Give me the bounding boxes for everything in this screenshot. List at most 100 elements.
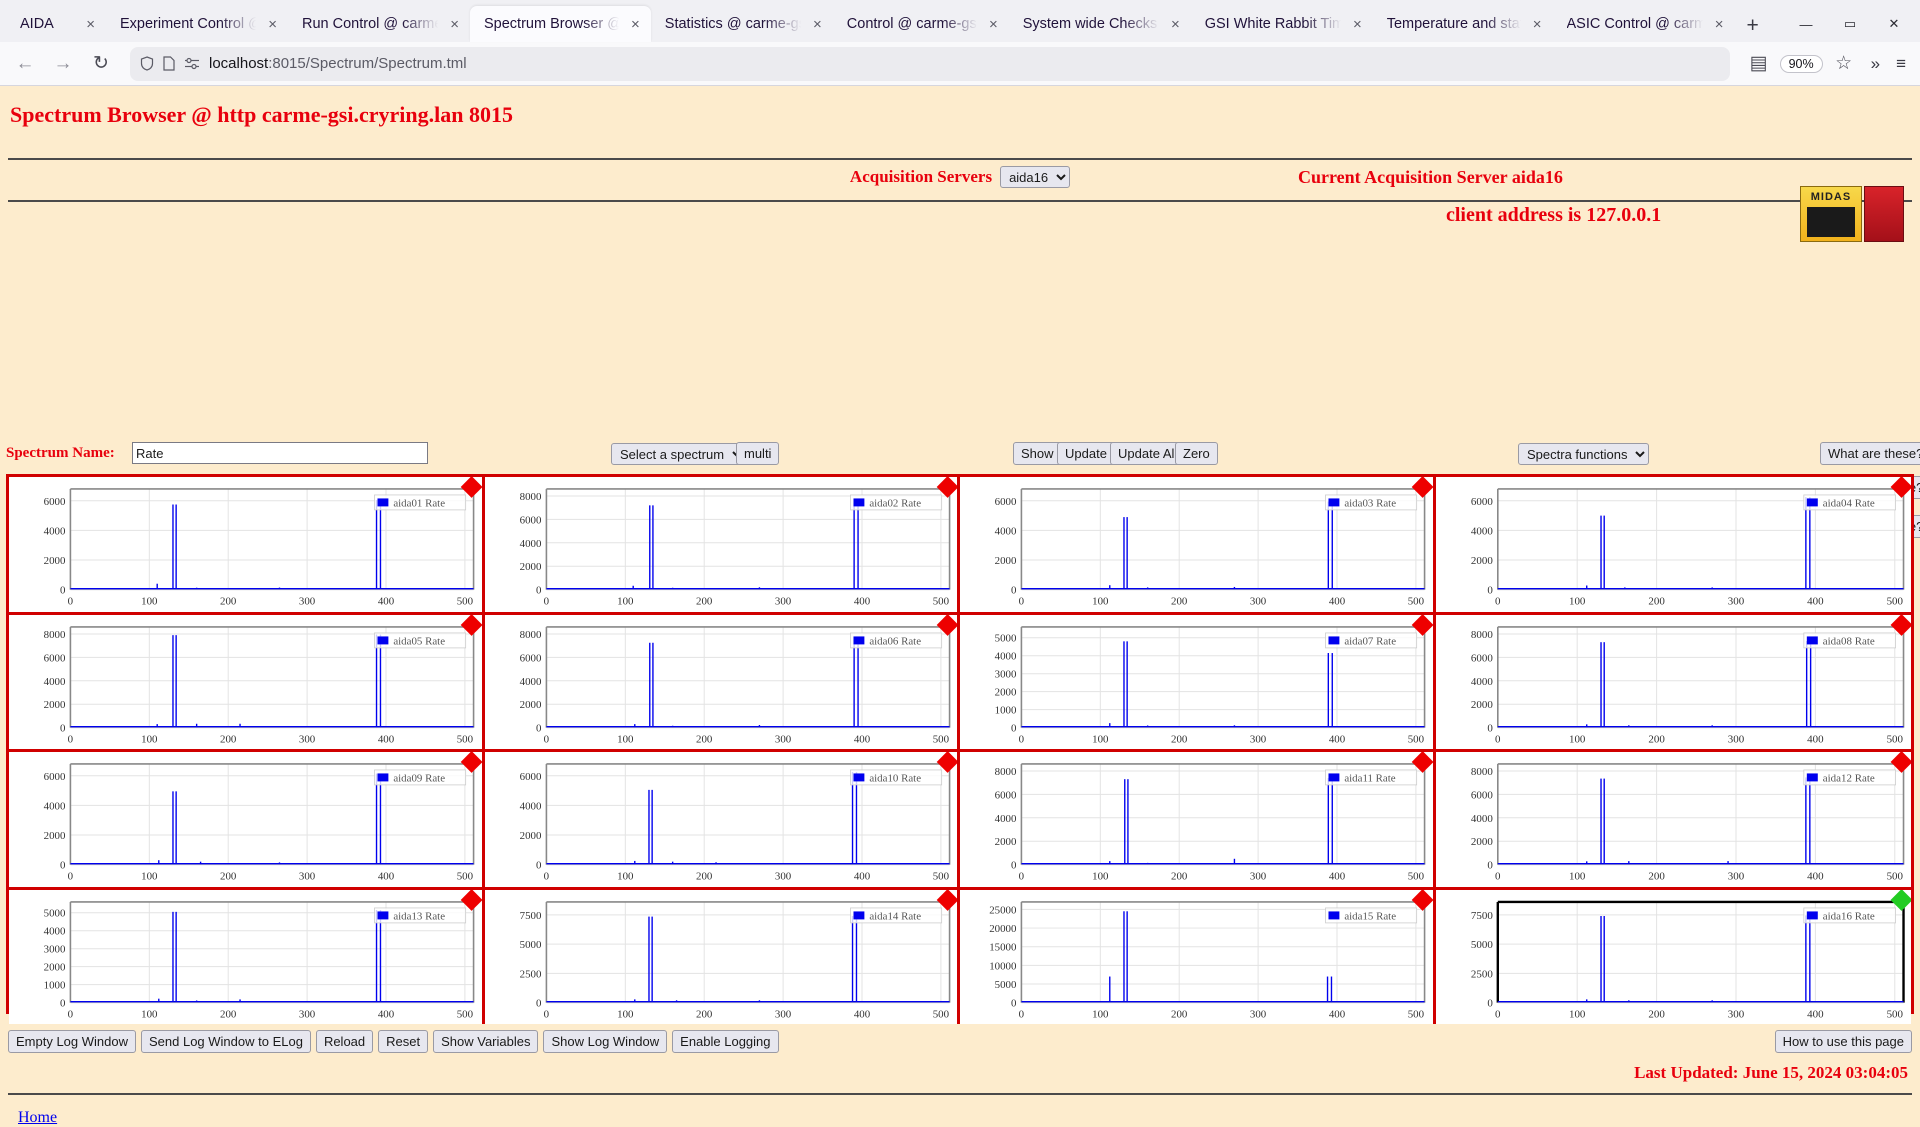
spectrum-panel-14[interactable]: 0 2500 5000 7500 0 100 200 300 400 500 aida14 Rate xyxy=(484,889,960,1025)
svg-text:200: 200 xyxy=(1648,871,1665,883)
svg-text:500: 500 xyxy=(932,596,949,608)
tab-close-icon[interactable]: × xyxy=(447,15,462,34)
spectrum-panel-8[interactable]: 0 2000 4000 6000 8000 0 100 200 300 400 500 aida08 … xyxy=(1435,614,1911,753)
empty-log-window-button[interactable]: Empty Log Window xyxy=(8,1030,136,1053)
browser-tab-4[interactable]: Statistics @ carme-gs × xyxy=(651,6,833,42)
spectrum-panel-15[interactable]: 0 5000 10000 15000 20000 25000 0 100 200 300 400 50… xyxy=(960,889,1436,1025)
svg-text:200: 200 xyxy=(220,871,237,883)
bookmark-star-icon[interactable]: ☆ xyxy=(1827,48,1861,80)
tab-label: AIDA xyxy=(20,16,54,32)
svg-text:200: 200 xyxy=(1648,733,1665,745)
spectrum-panel-10[interactable]: 0 2000 4000 6000 0 100 200 300 400 500 aida10 Rate xyxy=(484,752,960,890)
spectrum-panel-12[interactable]: 0 2000 4000 6000 8000 0 100 200 300 400 500 aida12 … xyxy=(1435,752,1911,890)
send-log-to-elog-button[interactable]: Send Log Window to ELog xyxy=(141,1030,311,1053)
svg-text:100: 100 xyxy=(1092,871,1109,883)
browser-tab-5[interactable]: Control @ carme-gsi × xyxy=(833,6,1009,42)
svg-text:0: 0 xyxy=(1487,722,1493,734)
reload-button[interactable]: ↻ xyxy=(84,48,118,80)
tab-close-icon[interactable]: × xyxy=(986,15,1001,34)
svg-text:500: 500 xyxy=(1886,733,1903,745)
spectrum-panel-2[interactable]: 0 2000 4000 6000 8000 0 100 200 300 400 500 aida02 … xyxy=(484,477,960,615)
svg-text:20000: 20000 xyxy=(989,923,1017,935)
zero-button[interactable]: Zero xyxy=(1175,442,1218,465)
spectrum-panel-1[interactable]: 0 2000 4000 6000 0 100 200 300 400 500 aida01 Rate xyxy=(9,477,485,615)
svg-text:25000: 25000 xyxy=(989,904,1017,916)
svg-text:0: 0 xyxy=(68,733,74,745)
select-spectrum-dropdown[interactable]: Select a spectrum xyxy=(611,443,746,465)
maximize-button[interactable]: ▭ xyxy=(1828,6,1872,42)
reader-view-icon[interactable]: ▤ xyxy=(1742,48,1776,80)
svg-text:4000: 4000 xyxy=(519,538,541,550)
spectrum-panel-4[interactable]: 0 2000 4000 6000 0 100 200 300 400 500 aida04 Rate xyxy=(1435,477,1911,615)
tab-close-icon[interactable]: × xyxy=(265,15,280,34)
spectrum-panel-11[interactable]: 0 2000 4000 6000 8000 0 100 200 300 400 500 aida11 … xyxy=(960,752,1436,890)
back-button[interactable]: ← xyxy=(8,48,42,80)
svg-text:0: 0 xyxy=(1495,733,1501,745)
spectrum-panel-3[interactable]: 0 2000 4000 6000 0 100 200 300 400 500 aida03 Rate xyxy=(960,477,1436,615)
svg-text:300: 300 xyxy=(1727,871,1744,883)
spectrum-panel-6[interactable]: 0 2000 4000 6000 8000 0 100 200 300 400 500 aida06 … xyxy=(484,614,960,753)
svg-text:200: 200 xyxy=(220,596,237,608)
update-all-button[interactable]: Update All xyxy=(1110,442,1186,465)
show-log-window-button[interactable]: Show Log Window xyxy=(543,1030,668,1053)
browser-tab-2[interactable]: Run Control @ carme × xyxy=(288,6,470,42)
permissions-icon[interactable] xyxy=(184,57,200,70)
page-info-icon[interactable] xyxy=(163,56,175,71)
svg-text:aida15 Rate: aida15 Rate xyxy=(1344,910,1396,922)
spectrum-panel-7[interactable]: 0 1000 2000 3000 4000 5000 0 100 200 300 400 500 aid… xyxy=(960,614,1436,753)
controls-zone: Spectrum Name: Select a spectrum multi S… xyxy=(0,202,1920,576)
browser-tab-9[interactable]: ASIC Control @ carm × xyxy=(1553,6,1735,42)
new-tab-button[interactable]: + xyxy=(1735,15,1771,42)
tab-close-icon[interactable]: × xyxy=(1530,15,1545,34)
browser-tab-1[interactable]: Experiment Control @ c × xyxy=(106,6,288,42)
how-to-use-button[interactable]: How to use this page xyxy=(1774,1030,1912,1053)
zoom-level-badge[interactable]: 90% xyxy=(1779,54,1823,73)
overflow-menu-icon[interactable]: » xyxy=(1865,54,1886,74)
spectrum-name-input[interactable] xyxy=(132,442,428,464)
spectra-functions-dropdown[interactable]: Spectra functions xyxy=(1518,443,1649,465)
svg-text:400: 400 xyxy=(853,1008,870,1020)
spectrum-panel-5[interactable]: 0 2000 4000 6000 8000 0 100 200 300 400 500 aida05 … xyxy=(9,614,485,753)
update-button[interactable]: Update xyxy=(1057,442,1115,465)
tab-close-icon[interactable]: × xyxy=(83,15,98,34)
spectrum-panel-16[interactable]: 0 2500 5000 7500 0 100 200 300 400 500 aida16 Rate xyxy=(1435,889,1911,1025)
minimize-button[interactable]: — xyxy=(1784,6,1828,42)
home-link[interactable]: Home xyxy=(18,1109,57,1126)
browser-tab-8[interactable]: Temperature and stat × xyxy=(1373,6,1553,42)
browser-tab-0[interactable]: AIDA × xyxy=(6,6,106,42)
enable-logging-button[interactable]: Enable Logging xyxy=(672,1030,779,1053)
tab-label: ASIC Control @ carm xyxy=(1566,16,1706,32)
reset-button[interactable]: Reset xyxy=(378,1030,429,1053)
show-variables-button[interactable]: Show Variables xyxy=(433,1030,539,1053)
svg-text:0: 0 xyxy=(68,596,74,608)
tab-close-icon[interactable]: × xyxy=(1350,15,1365,34)
svg-text:6000: 6000 xyxy=(995,789,1017,801)
app-menu-icon[interactable]: ≡ xyxy=(1890,54,1912,74)
svg-text:2000: 2000 xyxy=(1470,555,1492,567)
svg-text:500: 500 xyxy=(457,733,474,745)
svg-text:2000: 2000 xyxy=(1470,699,1492,711)
tab-close-icon[interactable]: × xyxy=(1168,15,1183,34)
tab-close-icon[interactable]: × xyxy=(810,15,825,34)
tab-label: Spectrum Browser @ xyxy=(484,16,623,32)
svg-text:300: 300 xyxy=(1250,596,1267,608)
spectrum-name-label: Spectrum Name: xyxy=(6,445,115,461)
tab-close-icon[interactable]: × xyxy=(628,15,643,34)
browser-tab-7[interactable]: GSI White Rabbit Tim × xyxy=(1191,6,1373,42)
browser-tab-3[interactable]: Spectrum Browser @ × xyxy=(470,6,651,42)
tab-close-icon[interactable]: × xyxy=(1712,15,1727,34)
spectrum-panel-13[interactable]: 0 1000 2000 3000 4000 5000 0 100 200 300 400 500 aid… xyxy=(9,889,485,1025)
reload-button-footer[interactable]: Reload xyxy=(315,1030,374,1053)
svg-text:500: 500 xyxy=(457,1008,474,1020)
browser-tab-6[interactable]: System wide Checks (× xyxy=(1009,6,1191,42)
spectrum-panel-9[interactable]: 0 2000 4000 6000 0 100 200 300 400 500 aida09 Rate xyxy=(9,752,485,890)
multi-button[interactable]: multi xyxy=(736,442,780,465)
what-are-these-button-1[interactable]: What are these? xyxy=(1820,442,1920,465)
show-button[interactable]: Show xyxy=(1013,442,1062,465)
svg-text:aida07 Rate: aida07 Rate xyxy=(1344,635,1396,647)
acquisition-server-select[interactable]: aida16 xyxy=(1000,166,1071,188)
address-bar[interactable]: localhost:8015/Spectrum/Spectrum.tml xyxy=(130,46,1730,81)
url-text: localhost:8015/Spectrum/Spectrum.tml xyxy=(209,55,467,72)
close-window-button[interactable]: ✕ xyxy=(1872,6,1916,42)
forward-button[interactable]: → xyxy=(46,48,80,80)
